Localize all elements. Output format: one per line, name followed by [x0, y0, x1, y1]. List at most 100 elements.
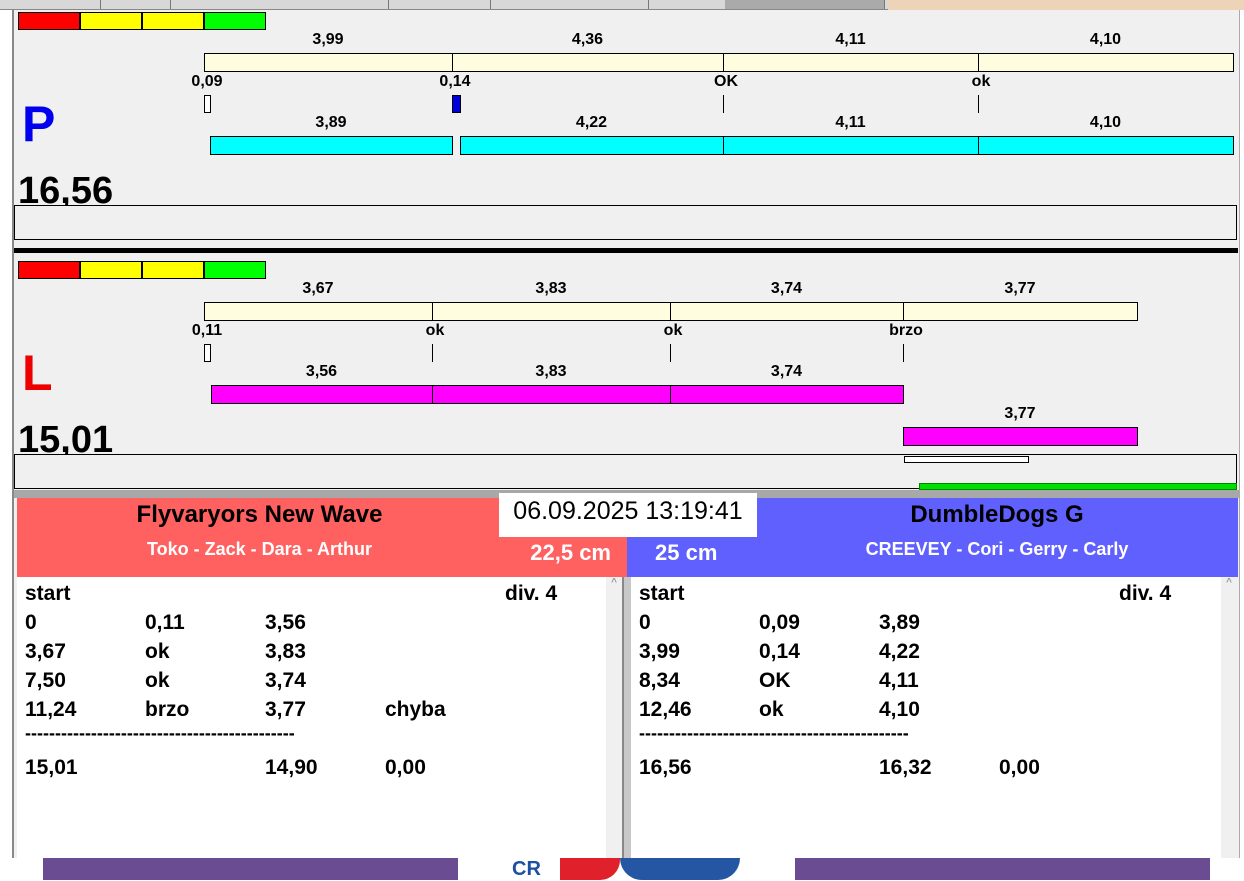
rerun-time: 3,77 — [1004, 405, 1036, 422]
division-label: div. 4 — [1119, 582, 1172, 605]
run-time: 4,11 — [835, 114, 866, 131]
table-cell: 7,50 — [25, 669, 66, 692]
run-time: 4,22 — [575, 114, 608, 131]
run-time: 3,83 — [535, 363, 567, 380]
total-cell: 15,01 — [25, 756, 78, 779]
pass-marker — [204, 95, 211, 113]
scroll-up-icon[interactable]: ^ — [1221, 577, 1237, 588]
table-cell: ok — [145, 640, 170, 663]
rerun-bar — [903, 427, 1138, 446]
total-cell: 14,90 — [265, 756, 318, 779]
fault-light — [18, 261, 80, 279]
split-time: 3,74 — [770, 280, 803, 297]
run-bar — [723, 136, 979, 155]
reaction-value: 0,09 — [191, 73, 223, 90]
split-time: 4,11 — [835, 31, 866, 48]
pass-marker — [204, 344, 211, 362]
table-cell: 0,11 — [145, 611, 185, 634]
background-strip — [888, 0, 1244, 10]
scrollbar[interactable]: ^ — [606, 577, 622, 858]
table-cell: 3,77 — [265, 698, 306, 721]
table-cell: 3,74 — [265, 669, 306, 692]
fault-light — [204, 12, 266, 30]
scrollbar[interactable]: ^ — [1221, 577, 1237, 858]
total-cell: 0,00 — [385, 756, 426, 779]
fault-light — [80, 12, 142, 30]
pass-tick — [978, 95, 979, 113]
separator-line: ----------------------------------------… — [639, 723, 909, 743]
table-cell: 0 — [639, 611, 651, 634]
progress-bar — [919, 483, 1237, 490]
reaction-value: brzo — [889, 322, 923, 339]
logo-shape — [560, 858, 620, 880]
right-team-dogs: CREEVEY - Cori - Gerry - Carly — [865, 539, 1129, 559]
tab[interactable] — [490, 0, 491, 9]
tab[interactable] — [725, 0, 885, 9]
rerun-marker — [904, 456, 1029, 463]
logo-shape — [620, 858, 740, 880]
pass-tick — [723, 95, 724, 113]
splitter[interactable] — [622, 577, 631, 858]
total-cell: 0,00 — [999, 756, 1040, 779]
date-time: 06.09.2025 13:19:41 — [499, 493, 757, 537]
run-bar — [670, 385, 904, 404]
tab[interactable] — [648, 0, 649, 9]
split-time: 4,36 — [571, 31, 604, 48]
table-cell: ok — [759, 698, 784, 721]
pass-tick — [903, 344, 904, 362]
fault-light — [142, 12, 204, 30]
table-cell: 11,24 — [25, 698, 77, 721]
reaction-value: ok — [971, 73, 991, 90]
total-cell: 16,32 — [879, 756, 932, 779]
pass-marker — [452, 95, 461, 113]
time-divider — [903, 302, 904, 321]
left-team-name: Flyvaryors New Wave — [136, 501, 383, 528]
right-results-table: ^ start div. 4 0 0,09 3,89 3,99 0,14 4,22 8,34 OK… — [631, 577, 1237, 858]
tab[interactable] — [388, 0, 389, 9]
table-cell: 4,11 — [879, 669, 919, 692]
lane-letter: P — [22, 96, 56, 152]
right-jump-height: 25 cm — [655, 540, 718, 565]
run-bar — [432, 385, 671, 404]
start-label: start — [25, 582, 71, 605]
split-time: 3,99 — [312, 31, 344, 48]
run-bar — [978, 136, 1234, 155]
split-time: 3,67 — [302, 280, 334, 297]
time-divider — [723, 53, 724, 72]
table-cell: 3,89 — [879, 611, 920, 634]
reaction-value: 0,11 — [191, 322, 223, 339]
table-cell: 3,99 — [639, 640, 680, 663]
table-cell: OK — [759, 669, 791, 692]
lane-box — [14, 205, 1237, 240]
fault-light — [80, 261, 142, 279]
reaction-value: OK — [714, 73, 738, 90]
table-cell: 3,56 — [265, 611, 306, 634]
split-time: 3,83 — [535, 280, 567, 297]
pass-tick — [670, 344, 671, 362]
banner-left — [43, 858, 458, 880]
table-cell: 3,83 — [265, 640, 306, 663]
time-divider — [670, 302, 671, 321]
reaction-value: 0,14 — [439, 73, 471, 90]
table-cell: 3,67 — [25, 640, 66, 663]
run-time: 3,89 — [315, 114, 347, 131]
table-cell: 8,34 — [639, 669, 680, 692]
time-bar — [204, 53, 1234, 72]
tab[interactable] — [170, 0, 171, 9]
run-bar — [211, 385, 433, 404]
track-separator — [14, 248, 1238, 253]
left-team-dogs: Toko - Zack - Dara - Arthur — [146, 539, 373, 559]
start-label: start — [639, 582, 685, 605]
reaction-value: ok — [425, 322, 445, 339]
table-cell: 0 — [25, 611, 37, 634]
time-divider — [452, 53, 453, 72]
tab[interactable] — [100, 0, 101, 9]
left-jump-height: 22,5 cm — [530, 540, 611, 565]
fault-light — [18, 12, 80, 30]
split-time: 4,10 — [1089, 31, 1122, 48]
run-time: 3,56 — [305, 363, 338, 380]
banner-right — [795, 858, 1210, 880]
right-team-name: DumbleDogs G — [910, 501, 1084, 528]
table-cell: brzo — [145, 698, 190, 721]
scroll-up-icon[interactable]: ^ — [606, 577, 622, 588]
